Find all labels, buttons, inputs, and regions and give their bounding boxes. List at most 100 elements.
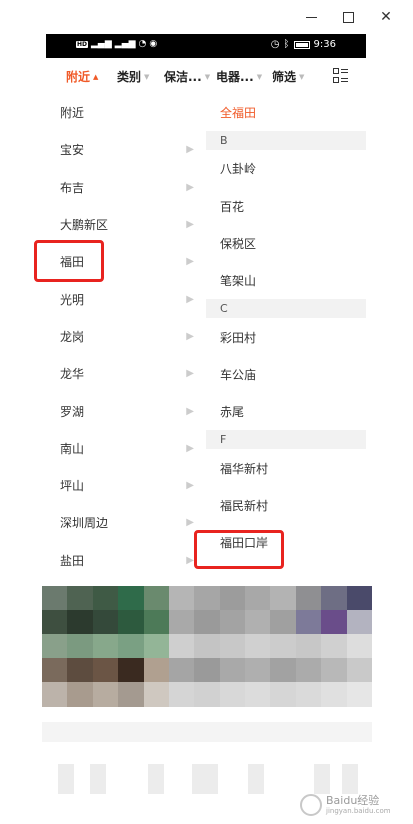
- area-item[interactable]: 八卦岭: [206, 150, 366, 187]
- district-item[interactable]: 罗湖 ▶: [46, 392, 206, 429]
- mosaic-block: [168, 682, 195, 707]
- mosaic-block: [270, 610, 297, 635]
- mosaic-block: [92, 610, 119, 635]
- list-view-icon[interactable]: [333, 68, 348, 83]
- area-item[interactable]: 笔架山: [206, 262, 366, 299]
- mosaic-block: [194, 682, 221, 707]
- district-label: 光明: [60, 292, 85, 307]
- mosaic-block: [168, 634, 195, 659]
- highlight-box-district: [34, 240, 104, 282]
- area-item[interactable]: 百花: [206, 188, 366, 225]
- mosaic-block: [245, 586, 271, 611]
- mosaic-block: [245, 682, 271, 707]
- area-item[interactable]: 彩田村: [206, 318, 366, 355]
- tab-label: 类别: [117, 70, 142, 84]
- bluetooth-icon: ᛒ: [283, 39, 290, 50]
- alarm-icon: ◷: [270, 39, 280, 50]
- district-label: 罗湖: [60, 404, 85, 419]
- chevron-right-icon: ▶: [186, 480, 194, 492]
- district-item[interactable]: 光明 ▶: [46, 280, 206, 317]
- mosaic-block: [248, 764, 264, 794]
- district-item[interactable]: 坪山 ▶: [46, 467, 206, 504]
- district-label: 附近: [60, 106, 85, 121]
- area-item[interactable]: 福华新村: [206, 449, 366, 486]
- area-item[interactable]: 福民新村: [206, 487, 366, 524]
- mosaic-block: [346, 610, 373, 635]
- tab-appliance[interactable]: 电器... ▼: [216, 68, 262, 85]
- district-item[interactable]: 龙岗 ▶: [46, 318, 206, 355]
- status-right: ◷ ᛒ 9:36: [271, 39, 336, 50]
- district-item[interactable]: 南山 ▶: [46, 430, 206, 467]
- chevron-right-icon: ▶: [186, 293, 194, 305]
- caret-up-icon: ▲: [93, 72, 99, 81]
- chevron-right-icon: ▶: [186, 517, 194, 529]
- mosaic-block: [168, 586, 195, 611]
- tab-cleaning[interactable]: 保洁... ▼: [164, 68, 210, 85]
- chevron-right-icon: ▶: [186, 330, 194, 342]
- district-item[interactable]: 龙华 ▶: [46, 355, 206, 392]
- minimize-button[interactable]: [300, 6, 322, 28]
- mosaic-block: [168, 658, 195, 683]
- mosaic-block: [42, 586, 68, 611]
- mosaic-block: [118, 586, 145, 611]
- area-item[interactable]: 保税区: [206, 225, 366, 262]
- tab-category[interactable]: 类别 ▼: [117, 68, 149, 85]
- mosaic-block: [194, 634, 221, 659]
- mosaic-block: [143, 586, 170, 611]
- mosaic-block: [321, 682, 348, 707]
- mosaic-block: [202, 764, 218, 794]
- close-button[interactable]: ✕: [375, 6, 397, 28]
- mosaic-block: [245, 610, 271, 635]
- mosaic-block: [219, 682, 246, 707]
- tab-nearby[interactable]: 附近 ▲: [66, 68, 98, 85]
- tab-filter[interactable]: 筛选 ▼: [272, 68, 304, 85]
- district-item[interactable]: 深圳周边 ▶: [46, 504, 206, 541]
- mosaic-block: [67, 634, 94, 659]
- mosaic-block: [118, 682, 145, 707]
- tab-label: 筛选: [272, 70, 297, 84]
- mosaic-block: [148, 764, 164, 794]
- mosaic-block: [321, 658, 348, 683]
- area-item[interactable]: 车公庙: [206, 356, 366, 393]
- maximize-button[interactable]: [337, 6, 359, 28]
- chevron-right-icon: ▶: [186, 405, 194, 417]
- mosaic-block: [92, 586, 119, 611]
- district-label: 南山: [60, 441, 85, 456]
- status-bar: HD ▂▄▆ ▂▄▆ ◔ ◉ ◷ ᛒ 9:36: [46, 34, 366, 58]
- mosaic-block: [143, 610, 170, 635]
- watermark-sub: jingyan.baidu.com: [326, 807, 391, 815]
- mosaic-block: [67, 610, 94, 635]
- highlight-box-area: [194, 530, 284, 569]
- district-item[interactable]: 盐田 ▶: [46, 542, 206, 579]
- battery-icon: [293, 40, 310, 49]
- district-item[interactable]: 附近: [46, 94, 206, 131]
- district-item[interactable]: 大鹏新区 ▶: [46, 206, 206, 243]
- mosaic-block: [346, 658, 373, 683]
- mosaic-block: [118, 658, 145, 683]
- area-item[interactable]: 赤尾: [206, 393, 366, 430]
- district-label: 龙华: [60, 367, 85, 382]
- mosaic-block: [270, 682, 297, 707]
- area-item[interactable]: 全福田: [206, 94, 366, 131]
- mosaic-block: [270, 586, 297, 611]
- district-list: 附近 宝安 ▶ 布吉 ▶ 大鹏新区 ▶ 福田 ▶ 光明 ▶ 龙岗 ▶ 龙华 ▶ 罗湖 ▶ 南山 ▶ 坪山 ▶ 深圳周边 ▶ 盐…: [46, 94, 206, 580]
- status-time: 9:36: [313, 39, 336, 50]
- mosaic-block: [219, 634, 246, 659]
- district-item[interactable]: 宝安 ▶: [46, 131, 206, 168]
- mosaic-block: [90, 764, 106, 794]
- close-icon: ✕: [380, 9, 392, 25]
- chevron-right-icon: ▶: [186, 144, 194, 156]
- filter-tabs: 附近 ▲ 类别 ▼ 保洁... ▼ 电器... ▼ 筛选 ▼: [46, 58, 366, 94]
- caret-down-icon: ▼: [256, 72, 263, 81]
- caret-down-icon: ▼: [204, 72, 211, 81]
- district-item[interactable]: 布吉 ▶: [46, 169, 206, 206]
- mosaic-block: [245, 634, 271, 659]
- baidu-paw-icon: [300, 794, 322, 816]
- tab-label: 附近: [66, 70, 91, 84]
- district-label: 龙岗: [60, 329, 85, 344]
- mosaic-block: [270, 634, 297, 659]
- area-section-header: C: [206, 299, 366, 319]
- blurred-content: [42, 586, 373, 707]
- mosaic-block: [67, 682, 94, 707]
- mosaic-block: [219, 586, 246, 611]
